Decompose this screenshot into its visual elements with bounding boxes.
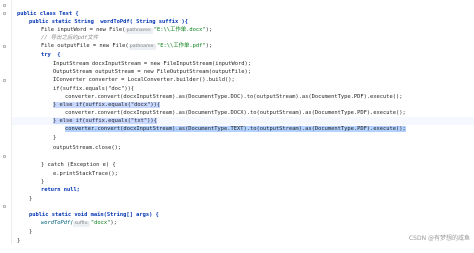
code-text: } bbox=[28, 196, 33, 202]
code-line[interactable]: IConverter converter = LocalConverter.bu… bbox=[40, 68, 235, 83]
code-text: ); bbox=[205, 43, 213, 49]
code-line[interactable]: public class Test { bbox=[4, 2, 79, 17]
code-line[interactable]: public static void main(String[] args) { bbox=[16, 203, 159, 218]
code-line[interactable]: public static String wordToPdf( String s… bbox=[16, 10, 188, 25]
code-text: } bbox=[28, 229, 33, 235]
fold-marker-icon[interactable] bbox=[3, 155, 6, 158]
code-line[interactable]: // 导出之后的pdf文件 bbox=[28, 26, 98, 41]
code-line[interactable]: outputStream.close(); bbox=[40, 136, 121, 151]
code-text: } bbox=[16, 238, 21, 244]
code-editor[interactable]: public class Test { public static String… bbox=[0, 0, 474, 244]
code-line[interactable]: } else if(suffix.equals("txt")){ bbox=[40, 109, 157, 124]
code-line[interactable]: } catch (Exception e) { bbox=[28, 153, 116, 168]
method-call: wordToPdf( bbox=[40, 220, 74, 226]
fold-marker-icon[interactable] bbox=[3, 205, 6, 208]
code-line[interactable]: } bbox=[16, 220, 32, 235]
code-text: e.printStackTrace(); bbox=[52, 171, 118, 177]
code-text: ); bbox=[205, 27, 213, 33]
string-literal: "E:\\工作单.pdf" bbox=[157, 43, 206, 49]
string-literal: "docx" bbox=[90, 220, 111, 226]
code-line[interactable]: converter.convert(docxInputStream).as(Do… bbox=[52, 85, 403, 100]
code-line[interactable]: try { bbox=[28, 43, 60, 58]
code-line[interactable]: if(suffix.equals("doc")){ bbox=[40, 77, 134, 92]
code-line[interactable]: wordToPdf(suffix: "docx"); bbox=[28, 211, 117, 227]
code-text: converter.convert(docxInputStream).as(Do… bbox=[64, 126, 406, 132]
watermark: CSDN @有梦想的咸鱼 bbox=[408, 235, 470, 242]
code-line[interactable]: } bbox=[28, 170, 44, 185]
code-line[interactable]: File inputWord = new File(pathname: "E:\\… bbox=[28, 18, 212, 34]
code-line[interactable]: File outputFile = new File(pathname: "E:\… bbox=[28, 34, 212, 50]
string-literal: "E:\\工作单.docx" bbox=[153, 27, 206, 33]
code-line[interactable]: InputStream docxInputStream = new FileIn… bbox=[40, 52, 251, 67]
code-line[interactable]: OutputStream outputStream = new FileOutp… bbox=[40, 60, 251, 75]
return-statement: return null; bbox=[40, 187, 80, 193]
parameter-hint: pathname: bbox=[128, 44, 157, 50]
fold-marker-icon[interactable] bbox=[3, 45, 6, 48]
code-line[interactable]: } bbox=[4, 229, 20, 244]
code-text: outputStream.close(); bbox=[52, 145, 122, 151]
code-line[interactable]: } bbox=[16, 187, 32, 202]
code-line[interactable]: } bbox=[40, 126, 56, 141]
editor-gutter bbox=[0, 0, 12, 244]
parameter-hint: suffix: bbox=[73, 221, 90, 227]
code-line[interactable]: converter.convert(docxInputStream).as(Do… bbox=[52, 101, 406, 116]
code-line[interactable]: } else if(suffix.equals("docx")){ bbox=[40, 93, 161, 108]
fold-marker-icon[interactable] bbox=[3, 79, 6, 82]
code-line[interactable]: e.printStackTrace(); bbox=[40, 162, 118, 177]
code-line[interactable]: converter.convert(docxInputStream).as(Do… bbox=[52, 117, 406, 132]
code-text: ); bbox=[110, 220, 117, 226]
code-line[interactable]: return null; bbox=[28, 178, 80, 193]
